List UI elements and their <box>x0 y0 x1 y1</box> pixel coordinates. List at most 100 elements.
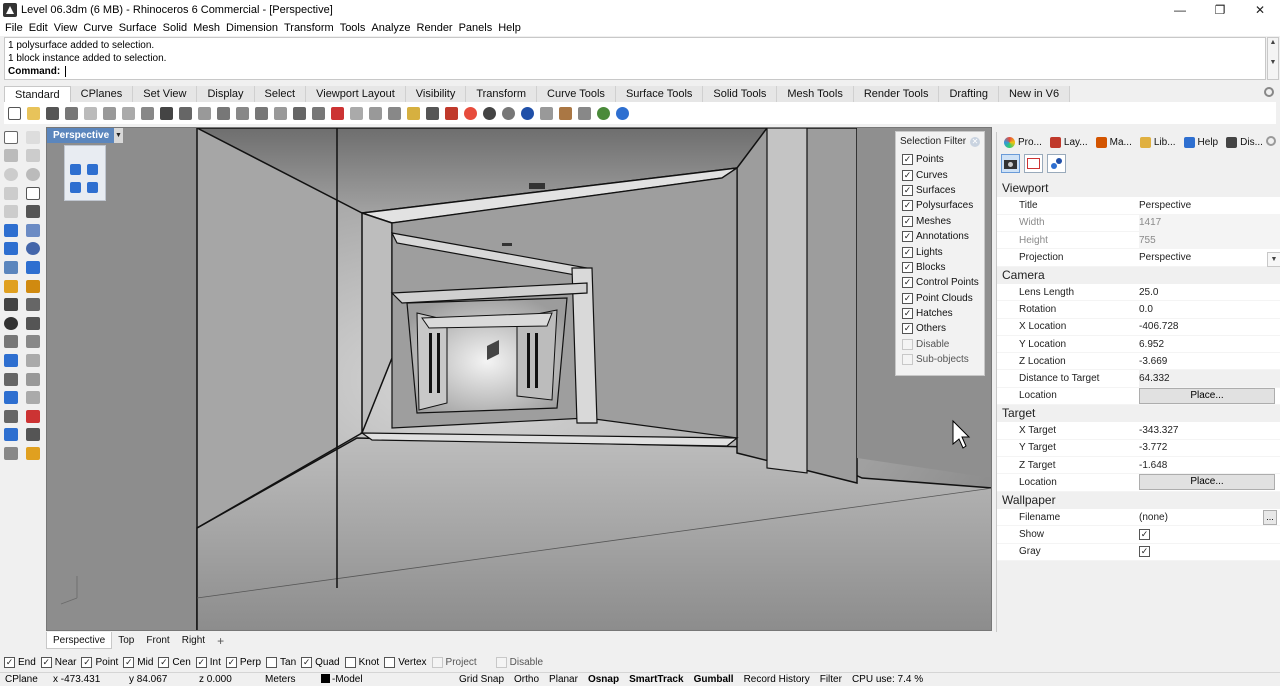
tab-select[interactable]: Select <box>254 86 307 102</box>
cylinder-icon[interactable] <box>70 182 81 193</box>
tab-curve-tools[interactable]: Curve Tools <box>537 86 616 102</box>
menu-mesh[interactable]: Mesh <box>192 22 225 34</box>
grid-snap-toggle[interactable]: Grid Snap <box>454 673 509 686</box>
checkbox-icon[interactable]: ✓ <box>81 657 93 668</box>
environment-icon[interactable] <box>521 106 534 120</box>
rectangle-icon[interactable] <box>26 186 40 200</box>
shield-icon[interactable] <box>4 428 18 442</box>
tab-display[interactable]: Display <box>197 86 255 102</box>
curve-icon[interactable] <box>26 149 40 163</box>
osnap-mid[interactable]: ✓ Mid <box>123 657 153 668</box>
group-icon[interactable] <box>26 316 40 330</box>
checkbox-icon[interactable]: ✓ <box>902 277 913 289</box>
osnap-end[interactable]: ✓ End <box>4 657 36 668</box>
paste-icon[interactable] <box>141 106 154 120</box>
checkbox-icon[interactable]: ✓ <box>902 154 913 166</box>
minimize-button[interactable]: — <box>1160 0 1200 20</box>
array-icon[interactable] <box>4 372 18 386</box>
tab-help[interactable]: Help <box>1180 136 1223 148</box>
tab-top[interactable]: Top <box>112 632 140 649</box>
checkbox-icon[interactable]: ✓ <box>902 323 913 335</box>
help-icon[interactable] <box>616 106 629 120</box>
target-place-button[interactable]: Place... <box>1139 474 1275 491</box>
osnap-int[interactable]: ✓ Int <box>195 657 221 668</box>
status-units[interactable]: Meters <box>260 673 316 686</box>
tab-visibility[interactable]: Visibility <box>405 86 467 102</box>
dimension-edit-icon[interactable] <box>26 409 40 423</box>
chevron-down-icon[interactable]: ▼ <box>114 128 123 143</box>
surface-icon[interactable] <box>4 223 18 237</box>
checkbox-icon[interactable]: ✓ <box>902 231 913 243</box>
menu-file[interactable]: File <box>4 22 28 34</box>
render-icon[interactable] <box>4 446 18 460</box>
point-icon[interactable] <box>26 130 40 144</box>
filter-point-clouds[interactable]: ✓ Point Clouds <box>896 291 984 306</box>
show-checkbox[interactable]: ✓ <box>1139 528 1150 540</box>
select-arrow-icon[interactable] <box>4 130 18 144</box>
undo-icon[interactable] <box>160 106 173 120</box>
filter-sub-objects[interactable]: Sub-objects <box>896 352 984 367</box>
filter-points[interactable]: ✓ Points <box>896 152 984 167</box>
y-location-field[interactable]: 6.952 <box>1139 339 1280 350</box>
checkbox-icon[interactable]: ✓ <box>902 200 913 212</box>
mirror-icon[interactable] <box>26 372 40 386</box>
open-file-icon[interactable] <box>27 106 40 120</box>
projection-select[interactable]: Perspective ▼ <box>1139 251 1280 267</box>
record-history-toggle[interactable]: Record History <box>739 673 815 686</box>
osnap-disable[interactable]: Disable <box>495 657 543 668</box>
tab-solid-tools[interactable]: Solid Tools <box>703 86 778 102</box>
checkbox-icon[interactable] <box>344 657 356 668</box>
menu-dimension[interactable]: Dimension <box>225 22 283 34</box>
tab-right[interactable]: Right <box>176 632 211 649</box>
grid-options-icon[interactable] <box>1047 153 1066 173</box>
tab-render-tools[interactable]: Render Tools <box>853 86 940 102</box>
rotate-view-icon[interactable] <box>198 106 211 120</box>
boolean-icon[interactable] <box>4 279 18 293</box>
filter-lights[interactable]: ✓ Lights <box>896 244 984 259</box>
tab-front[interactable]: Front <box>140 632 175 649</box>
osnap-project[interactable]: Project <box>431 657 477 668</box>
four-viewports-icon[interactable] <box>312 106 325 120</box>
distance-to-target-field[interactable]: 64.332 <box>1139 370 1280 388</box>
osnap-tan[interactable]: Tan <box>266 657 296 668</box>
cylinder-icon[interactable] <box>4 260 18 274</box>
tab-perspective[interactable]: Perspective <box>46 632 113 649</box>
checkbox-icon[interactable] <box>902 354 913 366</box>
osnap-quad[interactable]: ✓ Quad <box>301 657 340 668</box>
checkbox-icon[interactable] <box>431 657 443 668</box>
text-icon[interactable] <box>4 353 18 367</box>
ellipse-icon[interactable] <box>26 167 40 181</box>
tab-standard[interactable]: Standard <box>4 86 71 102</box>
dimension-icon[interactable] <box>26 353 40 367</box>
checkbox-icon[interactable]: ✓ <box>158 657 170 668</box>
checkbox-icon[interactable]: ✓ <box>902 246 913 258</box>
filter-disable[interactable]: Disable <box>896 337 984 352</box>
set-view-icon[interactable] <box>350 106 363 120</box>
lock-icon[interactable] <box>426 106 439 120</box>
checkbox-icon[interactable] <box>384 657 396 668</box>
import-icon[interactable] <box>84 106 97 120</box>
chevron-down-icon[interactable]: ▼ <box>1267 251 1280 267</box>
checkbox-icon[interactable]: ✓ <box>902 261 913 273</box>
copy-object-icon[interactable] <box>26 335 40 349</box>
menu-view[interactable]: View <box>53 22 83 34</box>
filter-polysurfaces[interactable]: ✓ Polysurfaces <box>896 198 984 213</box>
block-icon[interactable] <box>4 391 18 405</box>
tab-transform[interactable]: Transform <box>466 86 538 102</box>
polyline-icon[interactable] <box>4 149 18 163</box>
tab-materials[interactable]: Ma... <box>1092 136 1136 148</box>
mesh-icon[interactable] <box>26 260 40 274</box>
maximize-button[interactable]: ❐ <box>1200 0 1240 20</box>
tab-set-view[interactable]: Set View <box>133 86 198 102</box>
menu-edit[interactable]: Edit <box>28 22 53 34</box>
checkbox-icon[interactable]: ✓ <box>4 657 15 668</box>
tab-layers[interactable]: Lay... <box>1046 136 1092 148</box>
lens-length-field[interactable]: 25.0 <box>1139 287 1280 298</box>
filter-surfaces[interactable]: ✓ Surfaces <box>896 183 984 198</box>
zoom-selected-icon[interactable] <box>274 106 287 120</box>
fillet-icon[interactable] <box>26 205 40 219</box>
arc-icon[interactable] <box>4 186 18 200</box>
osnap-perp[interactable]: ✓ Perp <box>225 657 261 668</box>
filter-toggle[interactable]: Filter <box>815 673 847 686</box>
command-history[interactable]: 1 polysurface added to selection. 1 bloc… <box>4 37 1266 80</box>
